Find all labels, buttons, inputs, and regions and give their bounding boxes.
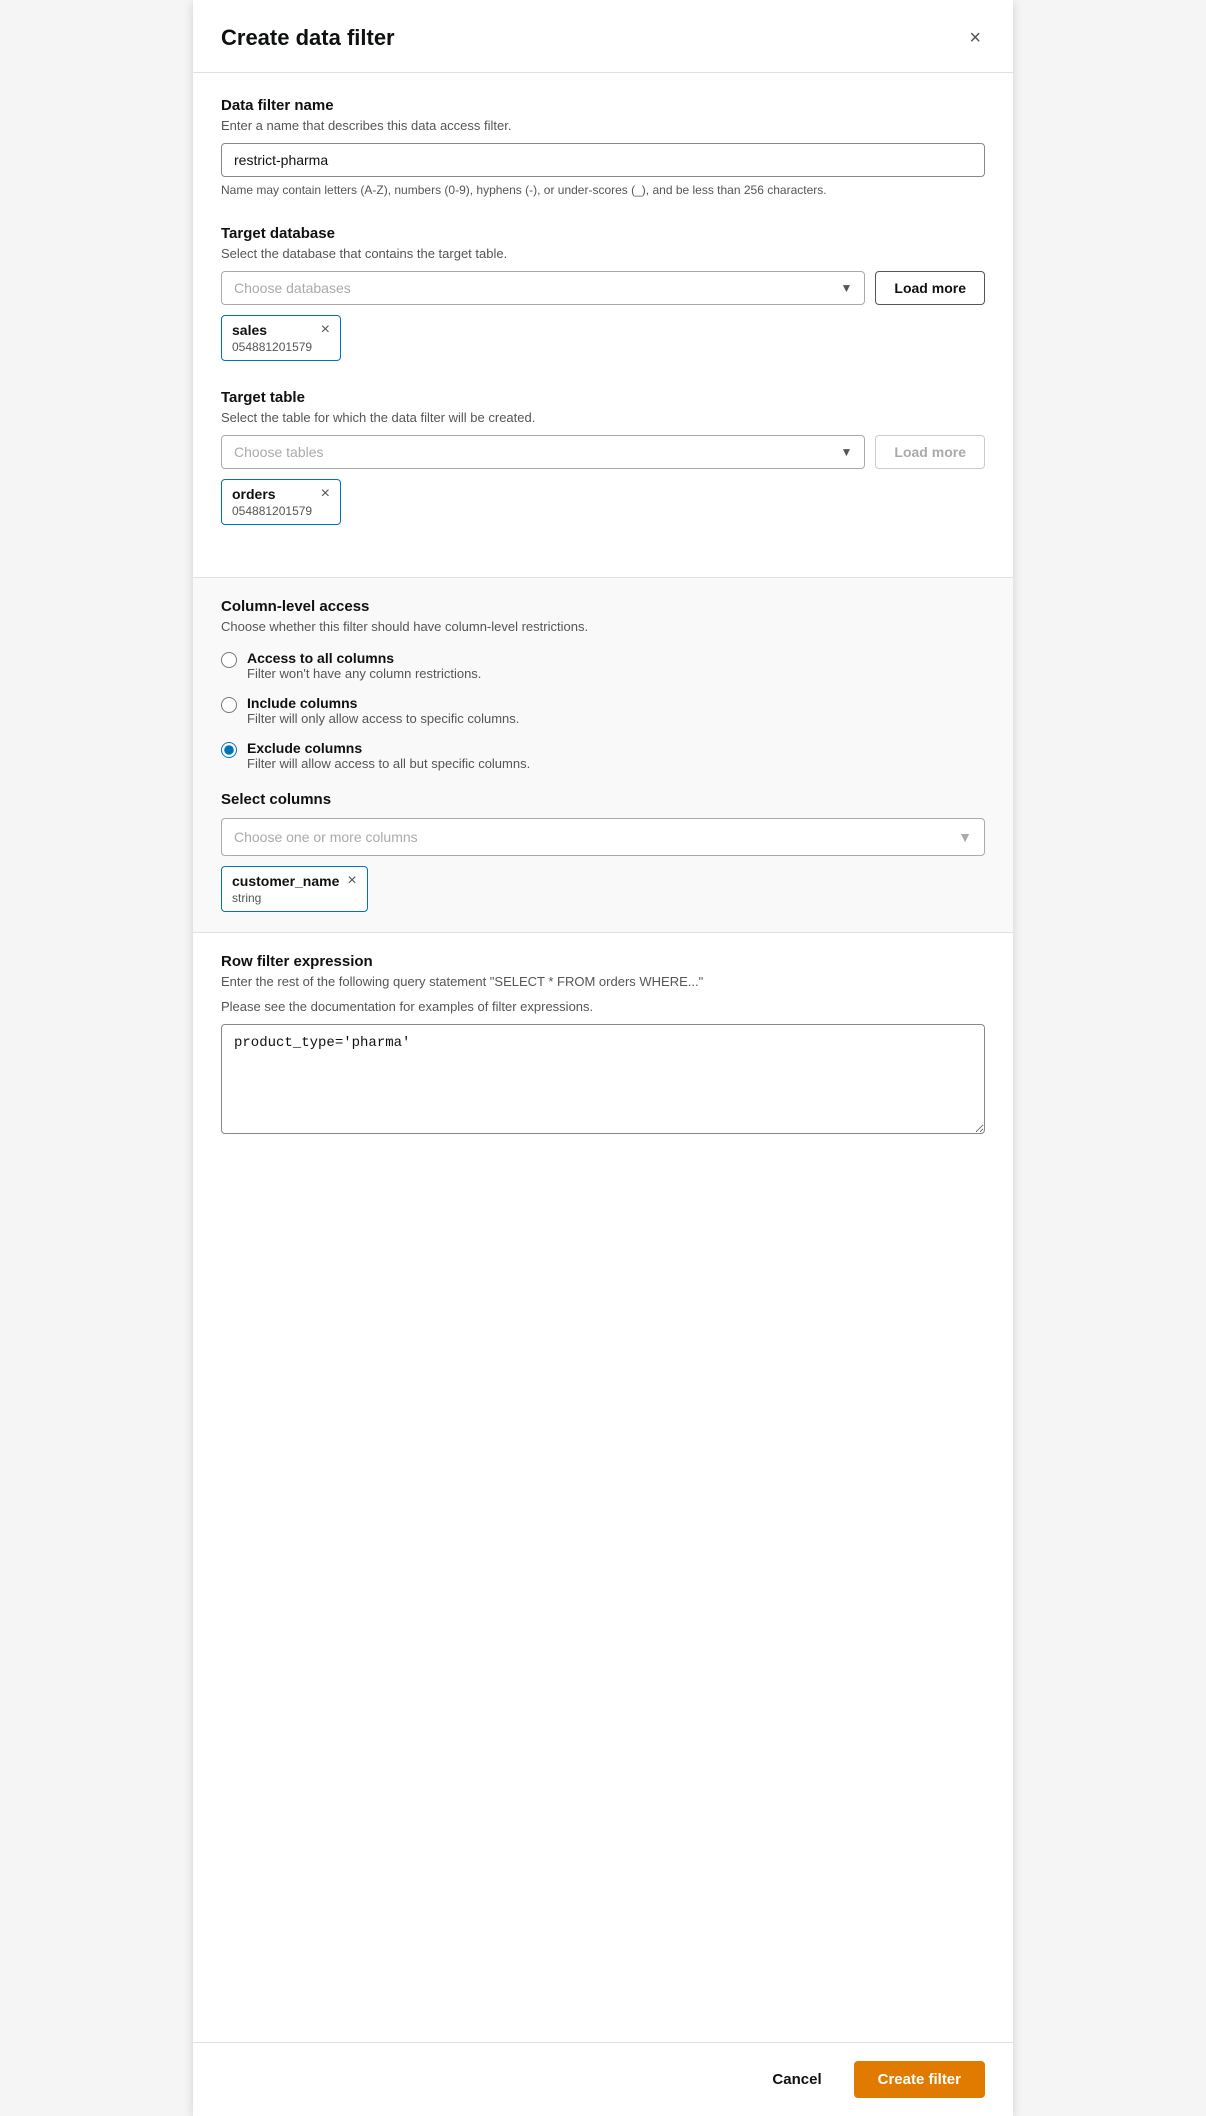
create-filter-button[interactable]: Create filter [854,2061,985,2098]
row-filter-desc1: Enter the rest of the following query st… [221,974,985,989]
row-filter-textarea[interactable]: product_type='pharma' [221,1024,985,1134]
database-load-more-button[interactable]: Load more [875,271,985,305]
table-selected-tag: orders × 054881201579 [221,479,341,525]
table-tag-header: orders × [232,486,330,502]
column-level-desc: Choose whether this filter should have c… [221,619,985,634]
modal-title: Create data filter [221,25,395,51]
columns-placeholder: Choose one or more columns [234,829,418,845]
filter-name-desc: Enter a name that describes this data ac… [221,118,985,133]
target-table-section: Target table Select the table for which … [221,389,985,525]
column-tag-close-button[interactable]: × [339,873,356,889]
chevron-down-icon: ▼ [958,829,972,845]
radio-include-label: Include columns [247,695,519,711]
filter-name-input[interactable] [221,143,985,177]
radio-item-include: Include columns Filter will only allow a… [221,695,985,726]
chevron-down-icon: ▼ [841,281,853,295]
select-columns-label: Select columns [221,791,985,808]
radio-include-columns[interactable] [221,697,237,713]
table-tag-name: orders [232,486,276,502]
target-table-desc: Select the table for which the data filt… [221,410,985,425]
target-database-desc: Select the database that contains the ta… [221,246,985,261]
row-filter-desc2: Please see the documentation for example… [221,999,985,1014]
radio-exclude-columns[interactable] [221,742,237,758]
table-dropdown-row: Choose tables ▼ Load more [221,435,985,469]
table-placeholder: Choose tables [234,444,324,460]
filter-name-label: Data filter name [221,97,985,114]
cancel-button[interactable]: Cancel [752,2061,841,2098]
column-level-label: Column-level access [221,598,985,615]
chevron-down-icon: ▼ [841,445,853,459]
create-data-filter-modal: Create data filter × Data filter name En… [193,0,1013,2116]
table-tag-close-button[interactable]: × [313,486,330,502]
close-button[interactable]: × [965,24,985,52]
radio-all-desc: Filter won't have any column restriction… [247,666,481,681]
columns-dropdown[interactable]: Choose one or more columns ▼ [221,818,985,856]
database-dropdown[interactable]: Choose databases ▼ [221,271,865,305]
database-selected-tag: sales × 054881201579 [221,315,341,361]
target-database-label: Target database [221,225,985,242]
column-access-radio-group: Access to all columns Filter won't have … [221,650,985,771]
table-dropdown[interactable]: Choose tables ▼ [221,435,865,469]
filter-name-helper: Name may contain letters (A-Z), numbers … [221,183,985,197]
radio-exclude-desc: Filter will allow access to all but spec… [247,756,530,771]
radio-all-columns[interactable] [221,652,237,668]
radio-item-exclude: Exclude columns Filter will allow access… [221,740,985,771]
radio-all-label: Access to all columns [247,650,481,666]
radio-exclude-label: Exclude columns [247,740,530,756]
row-filter-label: Row filter expression [221,953,985,970]
column-level-section: Column-level access Choose whether this … [193,578,1013,932]
row-filter-section: Row filter expression Enter the rest of … [193,933,1013,1159]
database-tag-name: sales [232,322,267,338]
column-selected-tag: customer_name × string [221,866,368,912]
column-tag-name: customer_name [232,873,339,889]
filter-name-section: Data filter name Enter a name that descr… [221,97,985,197]
database-tag-close-button[interactable]: × [313,322,330,338]
radio-include-desc: Filter will only allow access to specifi… [247,711,519,726]
target-table-label: Target table [221,389,985,406]
modal-header: Create data filter × [193,0,1013,73]
table-tag-sub: 054881201579 [232,504,330,518]
target-database-section: Target database Select the database that… [221,225,985,361]
column-tag-header: customer_name × [232,873,357,889]
database-dropdown-row: Choose databases ▼ Load more [221,271,985,305]
database-tag-sub: 054881201579 [232,340,330,354]
database-placeholder: Choose databases [234,280,351,296]
modal-footer: Cancel Create filter [193,2042,1013,2116]
table-load-more-button[interactable]: Load more [875,435,985,469]
column-tag-sub: string [232,891,357,905]
database-tag-header: sales × [232,322,330,338]
radio-item-all: Access to all columns Filter won't have … [221,650,985,681]
modal-body: Data filter name Enter a name that descr… [193,73,1013,577]
